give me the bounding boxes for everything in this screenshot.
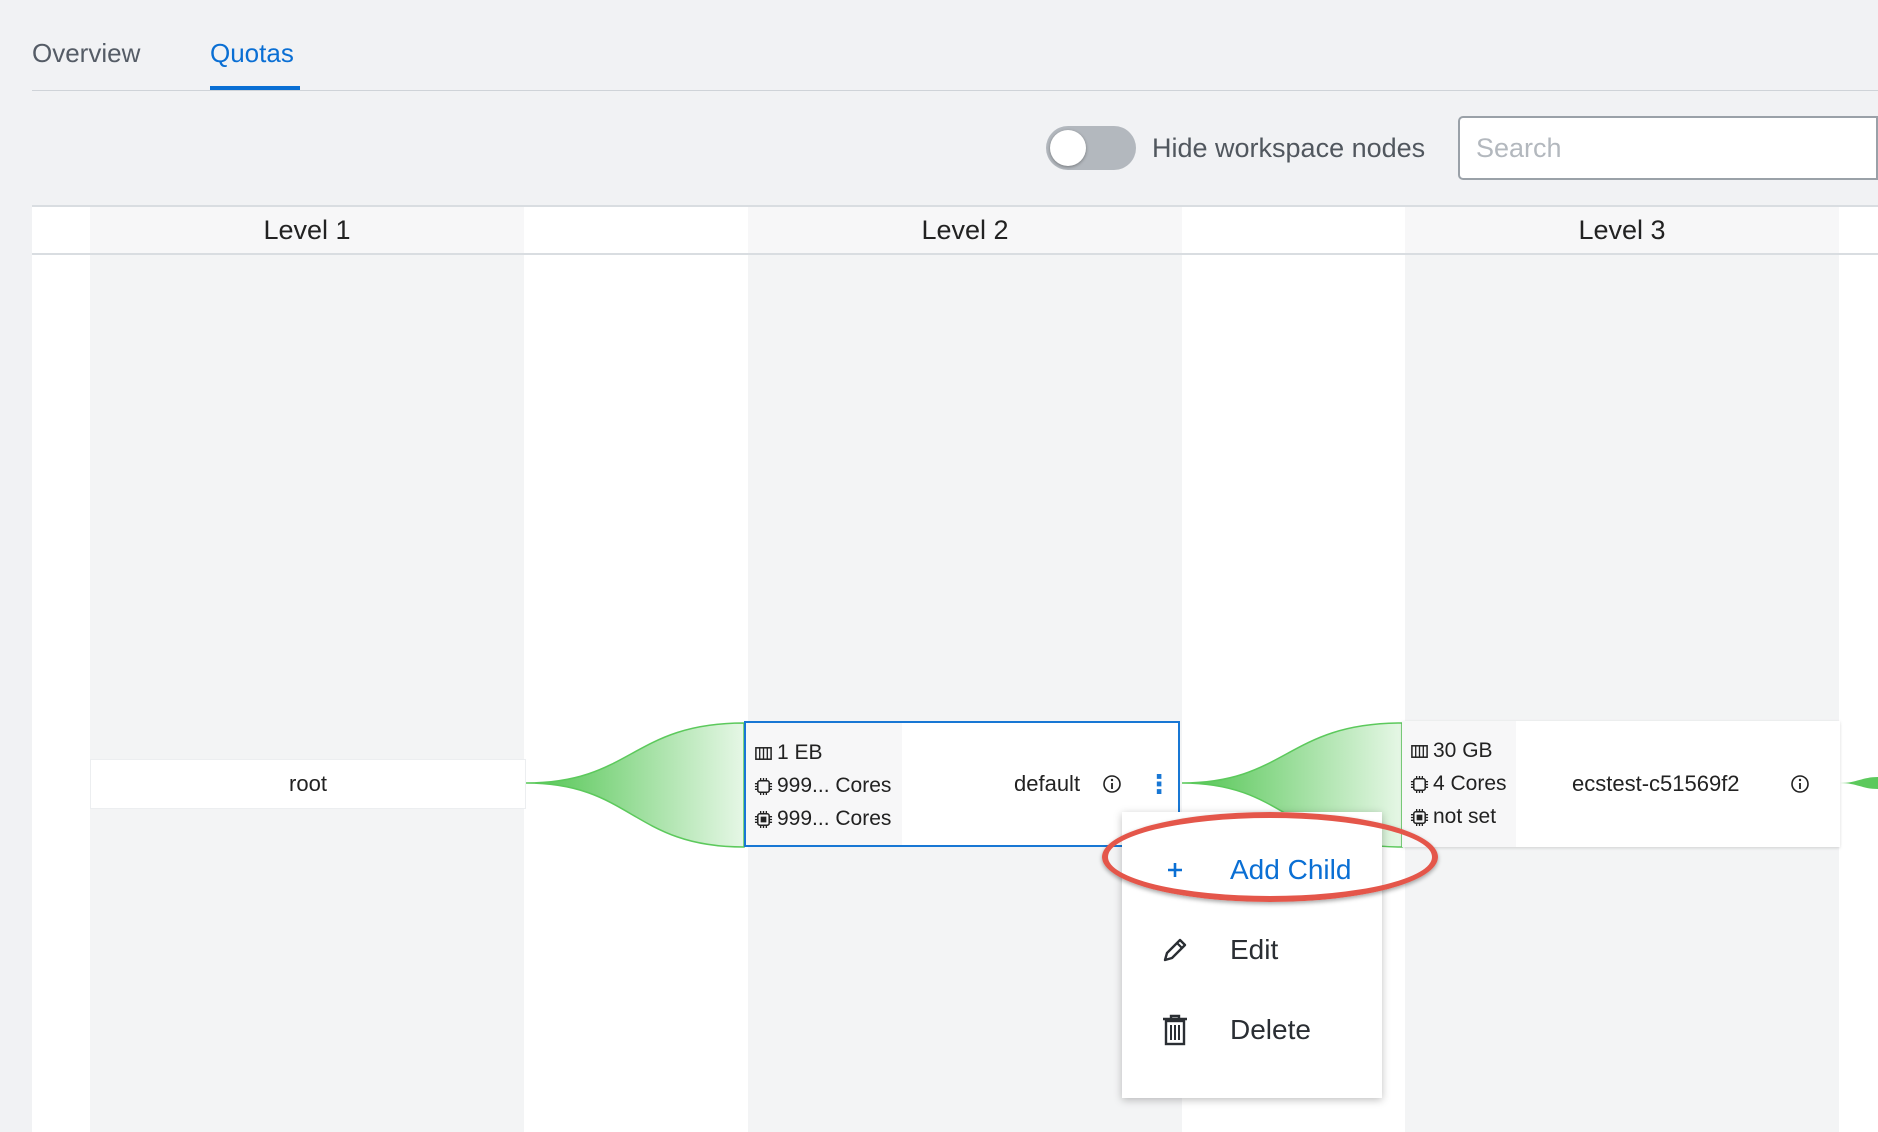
menu-item-add-child[interactable]: Add Child [1122, 830, 1382, 910]
info-icon[interactable] [1102, 774, 1122, 794]
gpu-value: not set [1433, 805, 1497, 828]
plus-icon [1158, 853, 1192, 887]
gpu-stat: 999... Cores [754, 807, 891, 831]
gpu-icon [754, 810, 773, 828]
kebab-menu-icon[interactable]: ⋮ [1146, 771, 1172, 797]
cpu-value: 4 Cores [1433, 772, 1507, 795]
search-input[interactable] [1458, 116, 1878, 180]
cpu-value: 999... Cores [777, 774, 892, 797]
tabs-divider [32, 90, 1878, 91]
menu-item-edit[interactable]: Edit [1122, 910, 1382, 990]
node-ecstest-stats: 30 GB 4 Cores not set [1402, 721, 1516, 847]
cpu-icon [1410, 775, 1429, 793]
gpu-value: 999... Cores [777, 807, 892, 830]
memory-icon [1411, 744, 1428, 758]
quota-tree-panel: Level 1 Level 2 Level 3 root 1 EB 999...… [32, 205, 1878, 1132]
gpu-icon [1410, 808, 1429, 826]
tab-quotas[interactable]: Quotas [210, 38, 294, 69]
menu-item-label: Add Child [1230, 854, 1352, 885]
node-root-name: root [289, 771, 327, 796]
menu-item-delete[interactable]: Delete [1122, 990, 1382, 1070]
hide-workspace-nodes-label: Hide workspace nodes [1152, 133, 1426, 163]
node-ecstest-name: ecstest-c51569f2 [1572, 771, 1740, 796]
node-default[interactable]: 1 EB 999... Cores 999... Cores default ⋮ [744, 721, 1180, 847]
pencil-icon [1158, 933, 1192, 967]
info-icon[interactable] [1790, 774, 1810, 794]
memory-value: 30 GB [1433, 739, 1493, 762]
menu-item-label: Delete [1230, 1014, 1311, 1045]
memory-value: 1 EB [777, 741, 823, 764]
flow-root-to-default [525, 722, 745, 848]
cpu-stat: 4 Cores [1410, 772, 1507, 796]
node-root[interactable]: root [90, 759, 526, 809]
gpu-stat: not set [1410, 805, 1496, 829]
memory-stat: 1 EB [754, 741, 823, 765]
memory-stat: 30 GB [1410, 739, 1493, 763]
memory-icon [755, 746, 772, 760]
cpu-stat: 999... Cores [754, 774, 891, 798]
toggle-knob [1050, 130, 1086, 166]
cpu-icon [754, 777, 773, 795]
node-ecstest[interactable]: 30 GB 4 Cores not set ecstest-c51569f2 [1402, 721, 1840, 847]
node-default-stats: 1 EB 999... Cores 999... Cores [746, 723, 902, 845]
hide-workspace-nodes-toggle[interactable] [1046, 126, 1136, 170]
menu-item-label: Edit [1230, 934, 1279, 965]
trash-icon [1158, 1013, 1192, 1047]
tab-overview[interactable]: Overview [32, 38, 140, 69]
node-context-menu: Add Child Edit Delete [1122, 812, 1382, 1098]
flow-ecstest-to-next [1840, 777, 1878, 789]
node-default-name: default [1014, 771, 1081, 796]
flow-connectors [525, 722, 1878, 848]
